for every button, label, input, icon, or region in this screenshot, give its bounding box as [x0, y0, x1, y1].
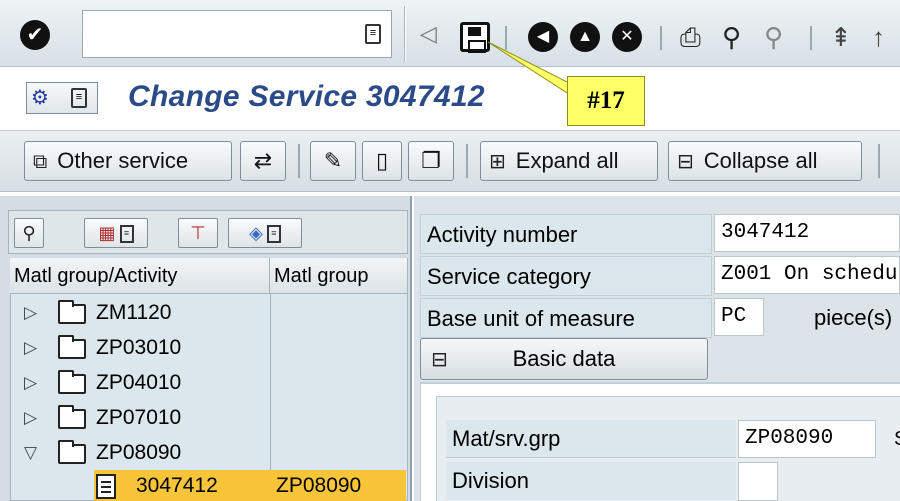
- column-header-activity[interactable]: Matl group/Activity: [10, 258, 270, 294]
- service-category-field[interactable]: Z001 On schedu: [714, 256, 900, 294]
- basic-data-button[interactable]: ⊟ Basic data: [420, 338, 708, 380]
- tree-row-label: ZP08090: [96, 441, 182, 464]
- collapse-all-button[interactable]: ⊟ Collapse all: [668, 141, 862, 181]
- tree-row-label: ZP04010: [96, 371, 182, 394]
- find-icon: ⚲: [22, 223, 36, 243]
- selected-activity[interactable]: 3047412: [136, 470, 218, 501]
- base-uom-label: Base unit of measure: [420, 298, 712, 338]
- print-icon[interactable]: ⎙: [680, 22, 701, 52]
- expand-triangle-icon[interactable]: ▷: [24, 401, 37, 435]
- division-label: Division: [446, 462, 736, 500]
- folder-icon: [58, 335, 86, 359]
- division-field[interactable]: [738, 462, 778, 501]
- page-title: Change Service 3047412: [128, 80, 485, 113]
- pencil-icon: ✎: [323, 148, 343, 173]
- tree-layout-button[interactable]: ▦ ≡: [84, 218, 148, 248]
- selected-matl-group: ZP08090: [276, 474, 362, 497]
- collapse-section-icon: ⊟: [431, 349, 448, 371]
- check-icon[interactable]: ✔: [20, 20, 50, 50]
- other-service-button[interactable]: ⧉ Other service: [24, 141, 232, 181]
- new-document-icon: ▯: [375, 148, 389, 173]
- other-service-icon: ⧉: [33, 151, 48, 173]
- toolbar-separator: [810, 26, 812, 50]
- display-change-icon: ⇄: [253, 148, 273, 173]
- activity-number-field[interactable]: 3047412: [714, 214, 900, 252]
- tree-row[interactable]: ▷ ZP03010: [10, 331, 408, 365]
- collapse-icon: ⊟: [677, 151, 694, 173]
- layout-icon: ▦: [98, 223, 116, 243]
- configure-icon: ◈: [249, 223, 263, 243]
- toolbar-separator: [660, 26, 662, 50]
- services-menu-button[interactable]: ⚙ ≡: [26, 82, 98, 114]
- toolbar-separator: [878, 144, 880, 178]
- expand-triangle-icon[interactable]: ▷: [24, 331, 37, 365]
- copy-icon: ❐: [421, 148, 441, 173]
- cancel-icon[interactable]: ✕: [612, 22, 642, 52]
- expand-icon: ⊞: [489, 151, 506, 173]
- dropdown-icon: ≡: [71, 88, 87, 108]
- back-triangle-icon[interactable]: ◁: [420, 22, 437, 46]
- activity-number-label: Activity number: [420, 214, 712, 254]
- folder-icon: [58, 300, 86, 324]
- folder-icon: [58, 440, 86, 464]
- find-icon[interactable]: ⚲: [722, 22, 741, 52]
- back-icon[interactable]: ◀: [528, 22, 558, 52]
- dropdown-icon[interactable]: ≡: [365, 24, 381, 44]
- dropdown-icon: ≡: [119, 225, 134, 244]
- basic-data-label: Basic data: [512, 346, 616, 371]
- display-change-button[interactable]: ⇄: [240, 141, 286, 181]
- expand-all-button[interactable]: ⊞ Expand all: [480, 141, 658, 181]
- other-service-label: Other service: [57, 148, 189, 173]
- base-uom-field[interactable]: PC: [714, 298, 764, 336]
- toolbar-separator: [404, 6, 406, 62]
- service-category-label: Service category: [420, 256, 712, 296]
- tree-row[interactable]: ▷ ZM1120: [10, 296, 408, 330]
- expand-triangle-icon[interactable]: ▷: [24, 296, 37, 330]
- services-for-object-icon: ⚙: [31, 87, 49, 109]
- exit-icon[interactable]: ▲: [570, 22, 600, 52]
- hierarchy-icon: ⊤: [190, 223, 206, 243]
- command-field[interactable]: ≡: [82, 10, 392, 58]
- find-next-icon[interactable]: ⚲: [764, 22, 783, 52]
- tree-row[interactable]: ▽ ZP08090: [10, 436, 408, 470]
- dropdown-icon: ≡: [266, 225, 281, 244]
- tree-hierarchy-button[interactable]: ⊤: [178, 218, 218, 248]
- base-uom-text: piece(s): [814, 305, 893, 330]
- tree-find-button[interactable]: ⚲: [14, 218, 44, 248]
- collapse-triangle-icon[interactable]: ▽: [24, 436, 37, 470]
- edit-button[interactable]: ✎: [310, 141, 356, 181]
- folder-icon: [58, 405, 86, 429]
- tree-row[interactable]: ▷ ZP07010: [10, 401, 408, 435]
- document-icon: [96, 474, 116, 499]
- truncated-label: S: [894, 420, 900, 458]
- tree-row-label: ZP07010: [96, 406, 182, 429]
- tree-row-label: ZP03010: [96, 336, 182, 359]
- tree-row-label: ZM1120: [96, 301, 172, 324]
- save-icon[interactable]: [460, 22, 490, 53]
- create-button[interactable]: ▯: [362, 141, 402, 181]
- folder-icon: [58, 370, 86, 394]
- callout-label: #17: [567, 76, 645, 126]
- collapse-all-label: Collapse all: [703, 148, 818, 173]
- mat-srv-grp-field[interactable]: ZP08090: [738, 420, 876, 458]
- mat-srv-grp-label: Mat/srv.grp: [446, 420, 736, 458]
- tree-config-button[interactable]: ◈ ≡: [228, 218, 302, 248]
- first-page-icon[interactable]: ⇞: [830, 22, 852, 52]
- previous-page-icon[interactable]: ↑: [872, 22, 885, 52]
- expand-all-label: Expand all: [515, 148, 619, 173]
- toolbar-separator: [466, 144, 468, 178]
- tree-row[interactable]: ▷ ZP04010: [10, 366, 408, 400]
- copy-button[interactable]: ❐: [408, 141, 454, 181]
- column-header-matl-group[interactable]: Matl group: [270, 258, 408, 294]
- expand-triangle-icon[interactable]: ▷: [24, 366, 37, 400]
- toolbar-separator: [505, 26, 507, 50]
- toolbar-separator: [298, 144, 300, 178]
